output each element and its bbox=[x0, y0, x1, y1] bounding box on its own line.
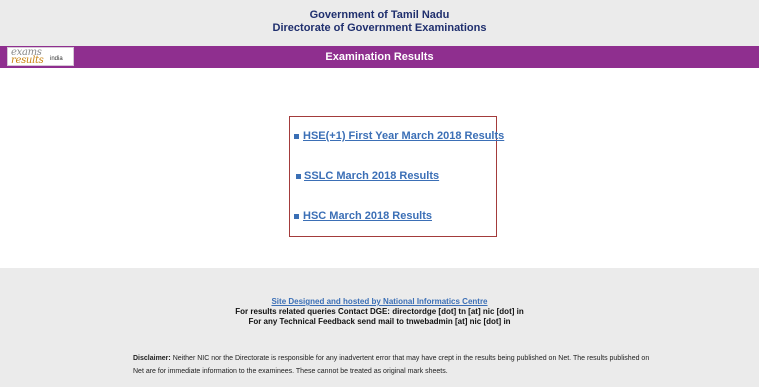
results-links-box: HSE(+1) First Year March 2018 Results SS… bbox=[289, 116, 504, 237]
disclaimer-label: Disclaimer: bbox=[133, 355, 171, 362]
results-link-label: HSE(+1) First Year March 2018 Results bbox=[303, 130, 505, 142]
header-directorate-title: Directorate of Government Examinations bbox=[272, 22, 487, 34]
nic-credit-link[interactable]: Site Designed and hosted by National Inf… bbox=[0, 297, 759, 306]
logo-word-results: results bbox=[11, 55, 44, 66]
exams-results-india-logo[interactable]: exams results india bbox=[7, 47, 74, 66]
logo-word-india: india bbox=[50, 56, 63, 62]
banner-title: Examination Results bbox=[325, 51, 434, 63]
banner-bar: Examination Results bbox=[0, 46, 759, 68]
technical-feedback-line: For any Technical Feedback send mail to … bbox=[248, 317, 511, 326]
header-government-title: Government of Tamil Nadu bbox=[309, 9, 450, 21]
bullet-icon bbox=[294, 214, 299, 219]
bullet-icon bbox=[294, 134, 299, 139]
disclaimer-text: Neither NIC nor the Directorate is respo… bbox=[133, 355, 650, 375]
results-link-label: HSC March 2018 Results bbox=[303, 210, 432, 222]
bullet-icon bbox=[296, 174, 301, 179]
results-link-label: SSLC March 2018 Results bbox=[304, 170, 440, 182]
disclaimer: Disclaimer: Neither NIC nor the Director… bbox=[133, 352, 653, 378]
page-header: Government of Tamil Nadu Directorate of … bbox=[0, 0, 759, 46]
dge-contact-line: For results related queries Contact DGE:… bbox=[235, 307, 524, 316]
